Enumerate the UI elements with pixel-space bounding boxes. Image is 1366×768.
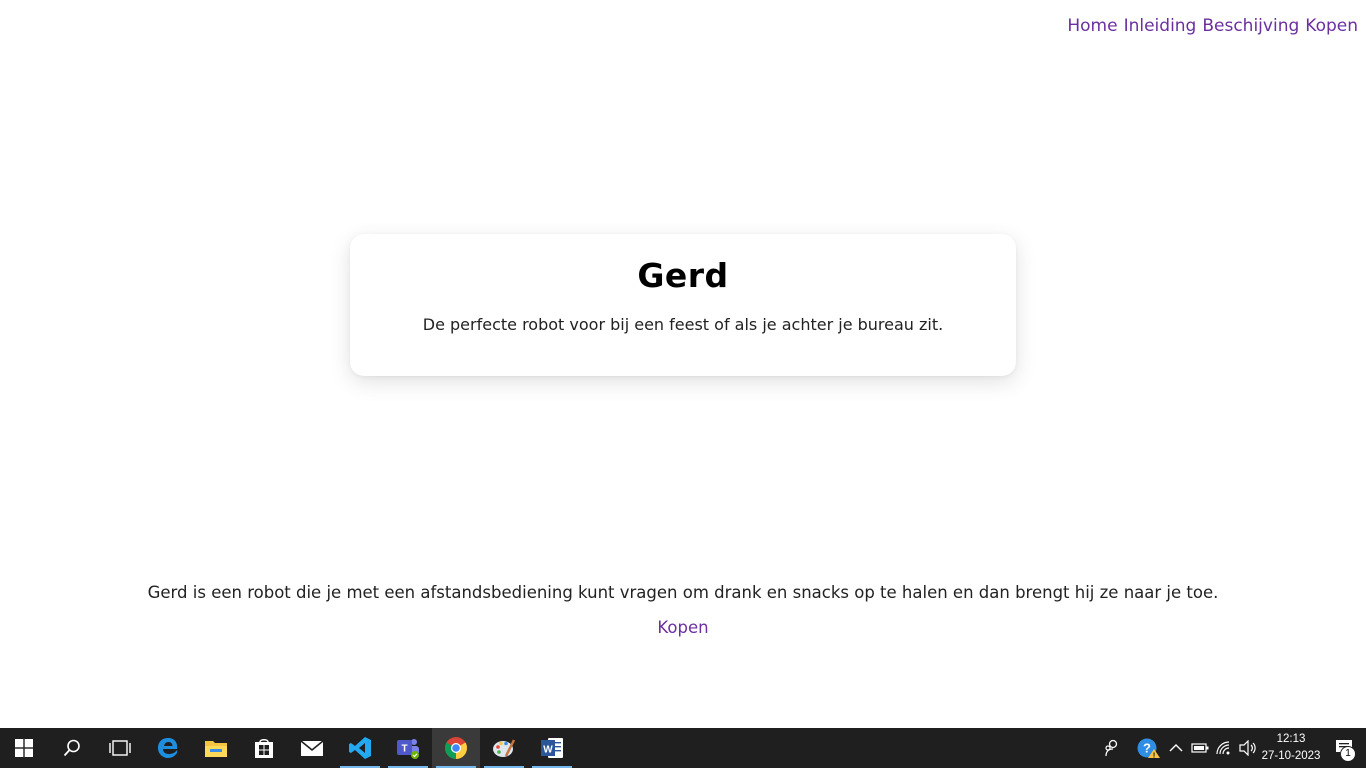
top-nav: Home Inleiding Beschijving Kopen [1067, 16, 1358, 36]
product-description: Gerd is een robot die je met een afstand… [147, 583, 1219, 602]
vscode-button[interactable] [336, 728, 384, 768]
windows-start-icon [15, 739, 33, 757]
hero-title: Gerd [637, 256, 729, 295]
clock-time: 12:13 [1276, 733, 1306, 745]
system-tray: ? ! 12:13 27-10-2023 1 [1090, 728, 1366, 768]
file-explorer-button[interactable] [192, 728, 240, 768]
word-button[interactable]: W [528, 728, 576, 768]
taskbar-clock[interactable]: 12:13 27-10-2023 [1260, 731, 1322, 765]
battery-button[interactable] [1188, 728, 1212, 768]
chrome-button[interactable] [432, 728, 480, 768]
wifi-icon [1216, 741, 1230, 755]
nav-link-home[interactable]: Home [1067, 16, 1117, 36]
svg-text:!: ! [1153, 753, 1155, 760]
volume-button[interactable] [1236, 728, 1260, 768]
microsoft-store-icon [255, 739, 273, 758]
file-explorer-icon [205, 741, 227, 757]
hero-card: Gerd De perfecte robot voor bij een fees… [350, 234, 1016, 376]
vscode-icon [349, 737, 371, 759]
buy-link-container: Kopen [0, 618, 1366, 637]
search-button[interactable] [48, 728, 96, 768]
clock-date: 27-10-2023 [1261, 750, 1321, 762]
paint-icon [493, 739, 516, 757]
chevron-up-icon [1169, 744, 1183, 752]
task-view-button[interactable] [96, 728, 144, 768]
volume-icon [1239, 740, 1256, 756]
edge-icon [158, 738, 178, 758]
nav-link-kopen[interactable]: Kopen [1305, 16, 1358, 36]
svg-text:?: ? [1143, 741, 1151, 756]
notification-count-badge: 1 [1340, 746, 1356, 762]
task-view-icon [109, 740, 131, 756]
teams-button[interactable]: T [384, 728, 432, 768]
paint-button[interactable] [480, 728, 528, 768]
word-icon: W [541, 738, 563, 758]
hero-subtitle: De perfecte robot voor bij een feest of … [422, 315, 944, 334]
action-center-button[interactable]: 1 [1322, 728, 1366, 768]
windows-taskbar: T W ? ! 12:13 27-10-2023 1 [0, 728, 1366, 768]
battery-icon [1191, 743, 1209, 753]
chrome-icon [445, 737, 467, 759]
store-button[interactable] [240, 728, 288, 768]
start-button[interactable] [0, 728, 48, 768]
help-warning-icon: ? ! [1137, 738, 1160, 760]
people-icon [1105, 739, 1118, 757]
nav-link-beschijving[interactable]: Beschijving [1202, 16, 1299, 36]
mail-button[interactable] [288, 728, 336, 768]
mail-icon [300, 740, 324, 756]
search-icon [63, 739, 80, 757]
nav-link-inleiding[interactable]: Inleiding [1124, 16, 1197, 36]
web-page: Home Inleiding Beschijving Kopen Gerd De… [0, 0, 1366, 728]
edge-button[interactable] [144, 728, 192, 768]
teams-icon: T [397, 739, 419, 759]
buy-link[interactable]: Kopen [657, 618, 708, 637]
show-hidden-icons-button[interactable] [1164, 728, 1188, 768]
svg-text:W: W [543, 745, 553, 756]
svg-text:T: T [401, 744, 407, 755]
network-button[interactable] [1212, 728, 1236, 768]
people-button[interactable] [1090, 728, 1134, 768]
help-tray-button[interactable]: ? ! [1134, 728, 1164, 768]
